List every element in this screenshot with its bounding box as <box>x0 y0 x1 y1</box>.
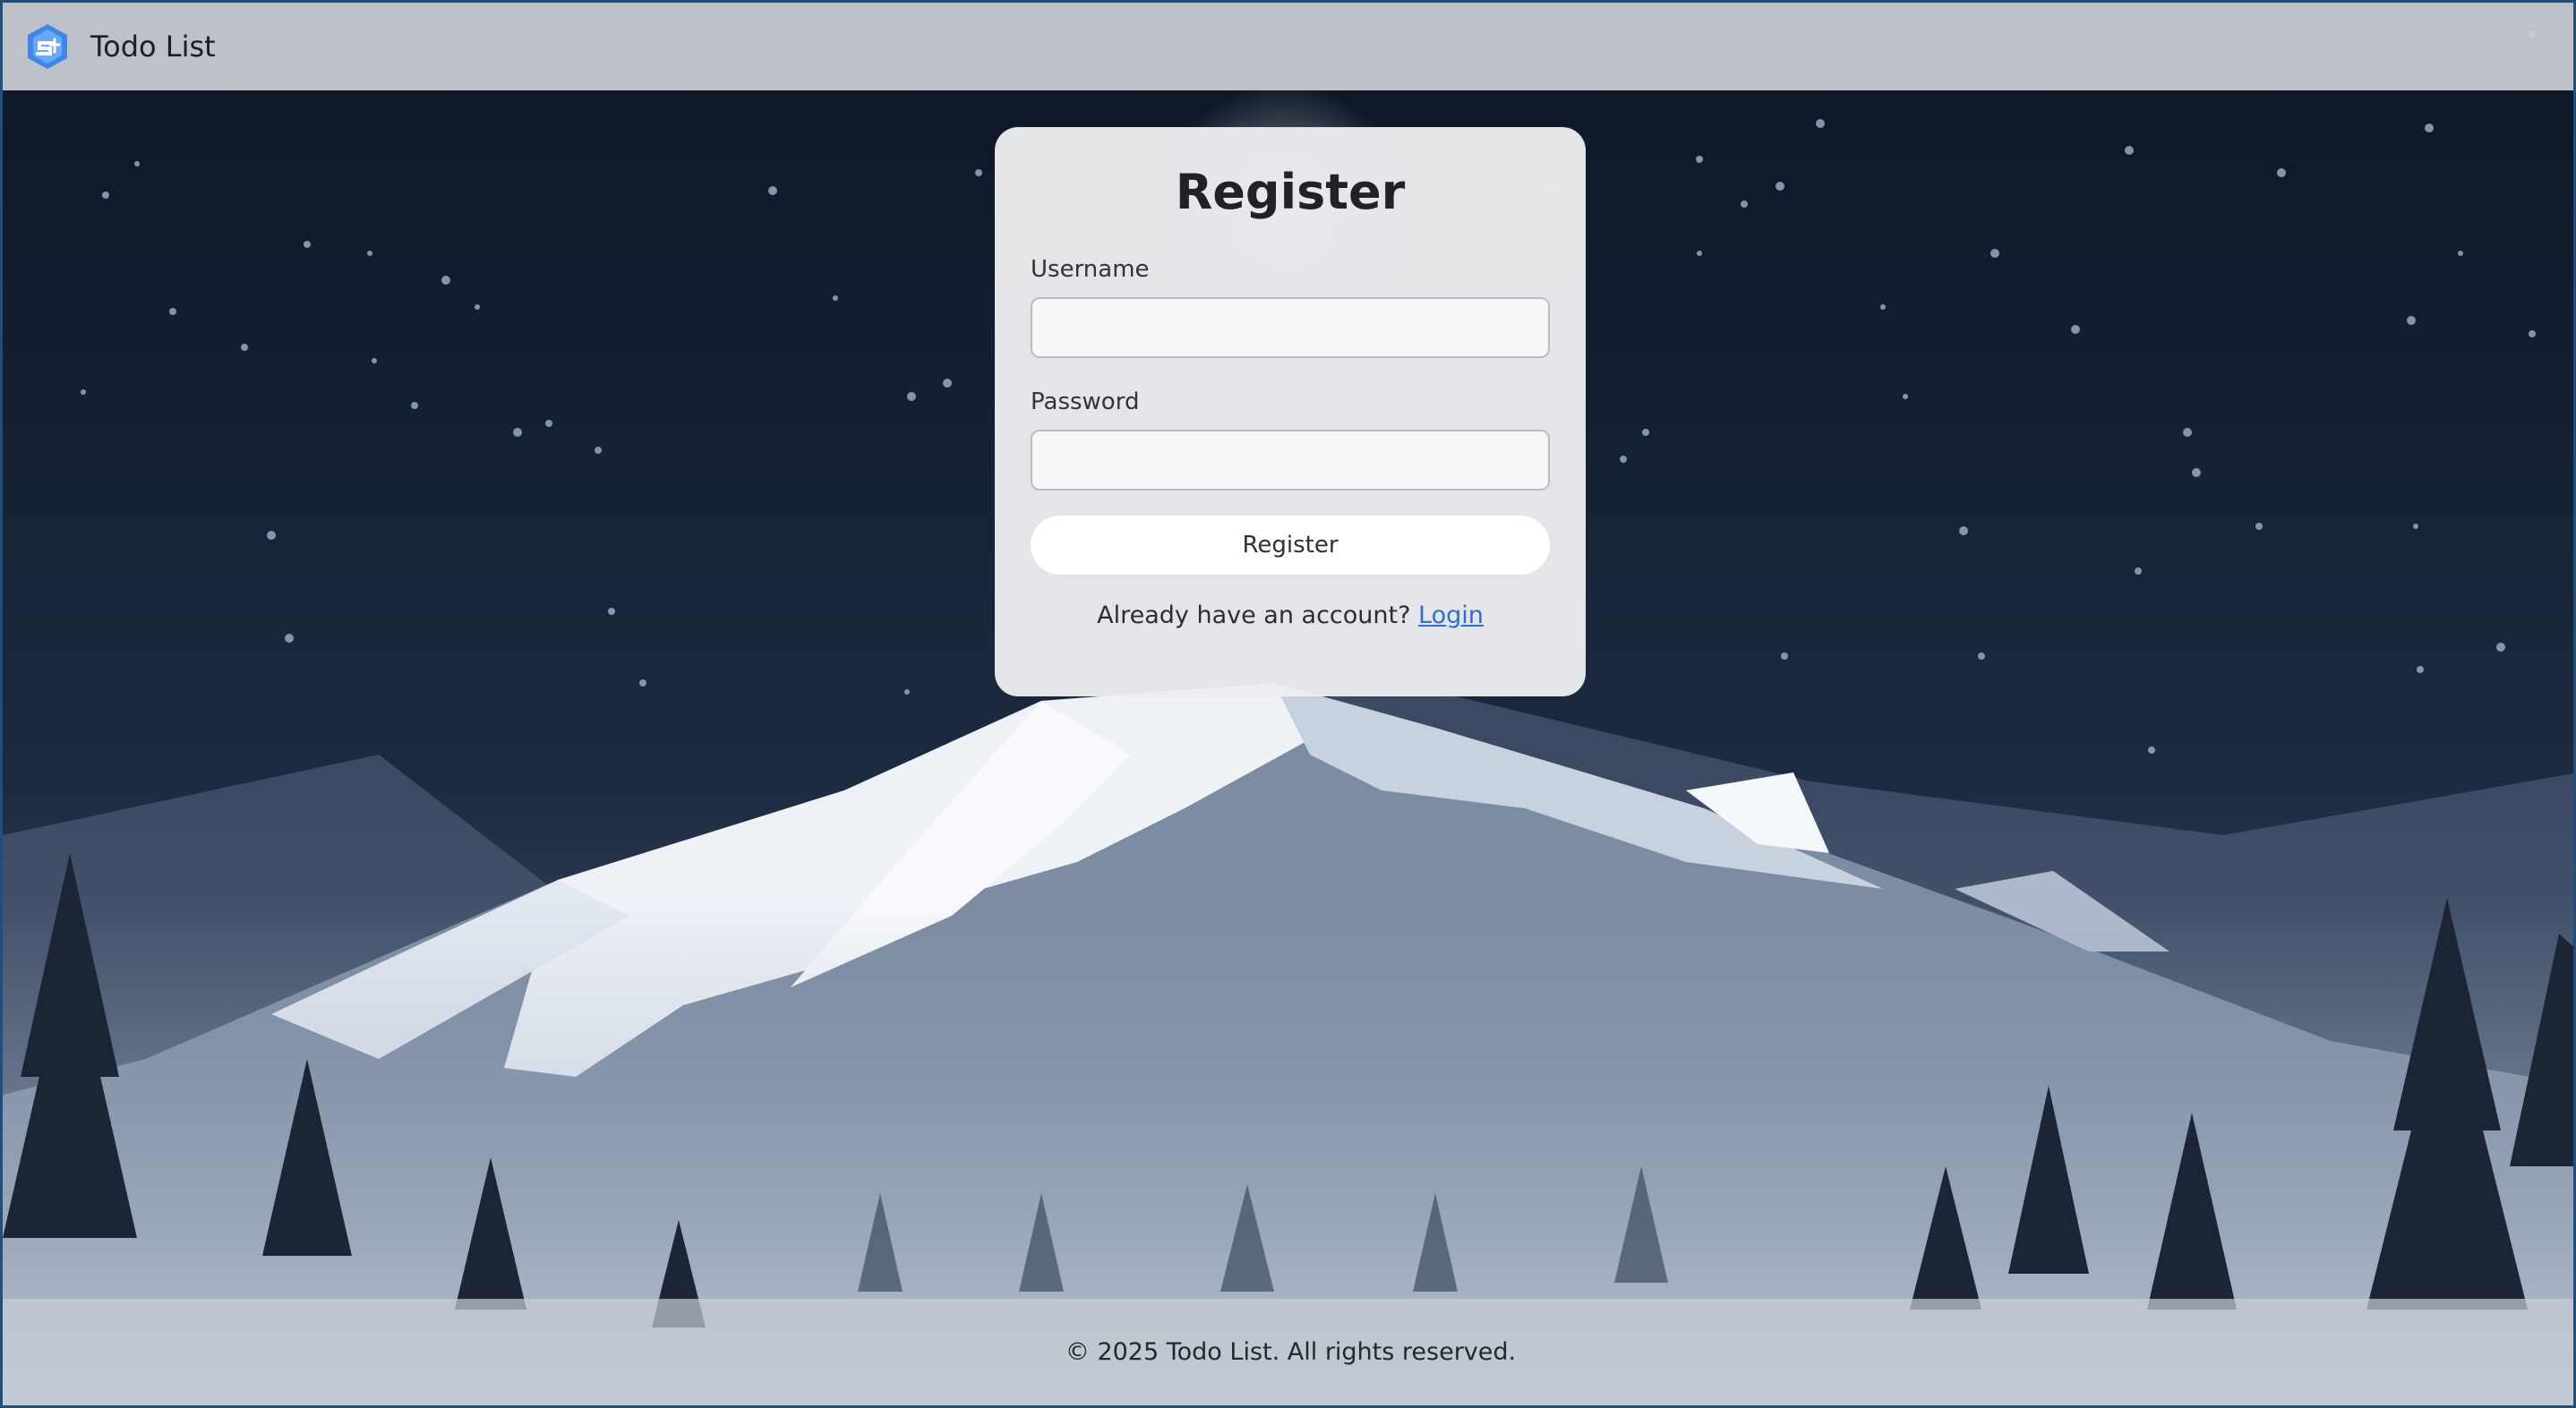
username-input[interactable] <box>1031 297 1550 358</box>
app-title: Todo List <box>90 30 216 64</box>
login-link[interactable]: Login <box>1418 602 1484 629</box>
password-label: Password <box>1031 388 1140 415</box>
copyright-text: © 2025 Todo List. All rights reserved. <box>1065 1338 1517 1366</box>
register-button[interactable]: Register <box>1031 516 1550 575</box>
app-header: Todo List <box>3 3 2573 90</box>
login-prompt: Already have an account? Login <box>1031 602 1550 629</box>
password-input[interactable] <box>1031 430 1550 491</box>
app-window: Todo List Register Username Password Reg… <box>0 0 2576 1408</box>
app-logo-icon <box>28 24 67 69</box>
app-footer: © 2025 Todo List. All rights reserved. <box>3 1299 2573 1405</box>
username-label: Username <box>1031 256 1150 283</box>
login-prompt-text: Already have an account? <box>1097 602 1411 629</box>
page-title: Register <box>1175 164 1406 220</box>
register-card: Register Username Password Register Alre… <box>995 127 1586 696</box>
